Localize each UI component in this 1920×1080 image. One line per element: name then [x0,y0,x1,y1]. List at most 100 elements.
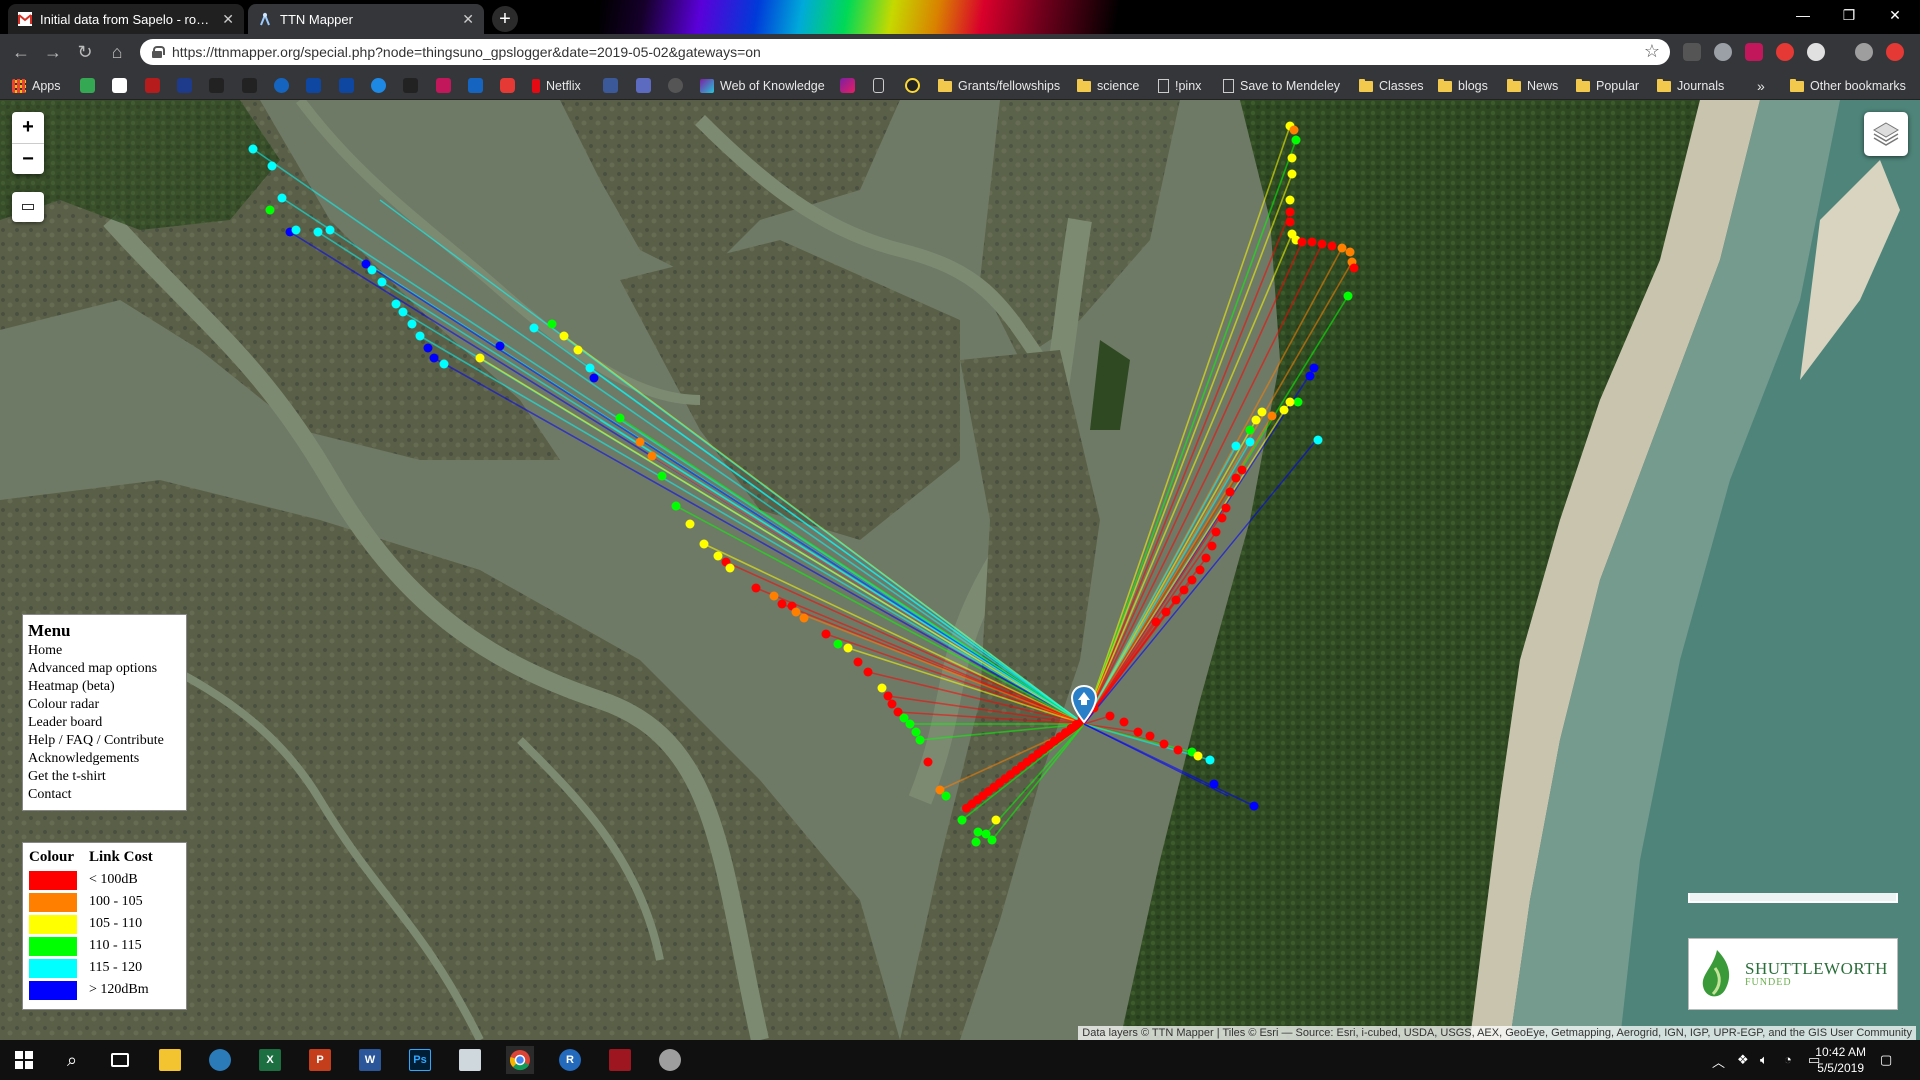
bookmark-web-of-knowledge[interactable]: Web of Knowledge [700,77,825,95]
measurement-point[interactable] [962,803,971,813]
measurement-point[interactable] [495,341,505,351]
measurement-point[interactable] [777,599,787,609]
measurement-point[interactable] [1171,595,1181,605]
bookmark-icon[interactable] [145,78,160,93]
powerpoint-icon[interactable]: P [306,1046,334,1074]
menu-item-home[interactable]: Home [28,642,181,660]
bookmark-folder-science[interactable]: science [1077,77,1139,95]
bookmark-apps[interactable]: Apps [12,77,61,95]
measurement-point[interactable] [1285,217,1295,227]
measurement-point[interactable] [981,829,991,839]
measurement-point[interactable] [1105,711,1115,721]
home-icon[interactable]: ⌂ [106,41,128,63]
measurement-point[interactable] [291,225,301,235]
menu-item-acknowledgements[interactable]: Acknowledgements [28,750,181,768]
bookmark-folder-classes[interactable]: Classes [1359,77,1423,95]
measurement-point[interactable] [905,719,915,729]
menu-item-colour-radar[interactable]: Colour radar [28,696,181,714]
word-icon[interactable]: W [356,1046,384,1074]
measurement-point[interactable] [1287,153,1297,163]
map-view[interactable]: + − Menu Home Advanced map options Heatm… [0,100,1920,1040]
measurement-point[interactable] [713,551,723,561]
bookmark-pinx[interactable]: !pinx [1158,77,1201,95]
measurement-point[interactable] [377,277,387,287]
measurement-point[interactable] [657,471,667,481]
measurement-point[interactable] [1287,169,1297,179]
measurement-point[interactable] [423,343,433,353]
measurement-point[interactable] [1179,585,1189,595]
bookmark-folder-blogs[interactable]: blogs [1438,77,1488,95]
bookmark-save-to-mendeley[interactable]: Save to Mendeley [1223,77,1340,95]
measurement-point[interactable] [957,815,967,825]
measurement-point[interactable] [547,319,557,329]
update-icon[interactable] [1886,43,1904,61]
measurement-point[interactable] [887,699,897,709]
measurement-point[interactable] [1217,513,1227,523]
measurement-point[interactable] [1119,717,1129,727]
restore-icon[interactable]: ❐ [1826,0,1872,30]
measurement-point[interactable] [843,643,853,653]
measurement-point[interactable] [1151,617,1161,627]
excel-icon[interactable]: X [256,1046,284,1074]
measurement-point[interactable] [615,413,625,423]
measurement-point[interactable] [391,299,401,309]
measurement-point[interactable] [398,307,408,317]
measurement-point[interactable] [1245,437,1255,447]
menu-item-contact[interactable]: Contact [28,786,181,804]
measurement-point[interactable] [415,331,425,341]
youtube-icon[interactable] [500,78,515,93]
measurement-point[interactable] [1337,243,1347,253]
wunderground-icon[interactable] [403,78,418,93]
measurement-point[interactable] [1145,731,1155,741]
bookmark-icon[interactable] [436,78,451,93]
menu-item-t-shirt[interactable]: Get the t-shirt [28,768,181,786]
measurement-point[interactable] [573,345,583,355]
measurement-point[interactable] [1159,739,1169,749]
close-window-icon[interactable]: ✕ [1872,0,1918,30]
measurement-point[interactable] [941,791,951,801]
measurement-point[interactable] [325,225,335,235]
measurement-point[interactable] [877,683,887,693]
measurement-point[interactable] [671,501,681,511]
gmail-icon[interactable] [112,78,127,93]
measurement-point[interactable] [647,451,657,461]
wunderground-icon[interactable] [209,78,224,93]
measurement-point[interactable] [1221,503,1231,513]
mendeley-icon[interactable] [1745,43,1763,61]
windows-start-icon[interactable] [10,1046,38,1074]
measurement-point[interactable] [973,827,983,837]
maps-icon[interactable] [80,78,95,93]
measurement-point[interactable] [991,815,1001,825]
zoom-out-button[interactable]: − [12,143,44,174]
close-tab-icon[interactable]: ✕ [222,11,234,28]
noaa-icon[interactable] [339,78,354,93]
system-clock[interactable]: 10:42 AM 5/5/2019 [1815,1044,1866,1076]
measurement-point[interactable] [589,373,599,383]
measurement-point[interactable] [685,519,695,529]
bookmark-icon[interactable] [840,78,855,93]
measurement-point[interactable] [429,353,439,363]
task-view-icon[interactable] [106,1046,134,1074]
measurement-point[interactable] [1187,575,1197,585]
measurement-point[interactable] [267,161,277,171]
measurement-point[interactable] [1237,465,1247,475]
magnifier-icon[interactable] [206,1046,234,1074]
new-tab-button[interactable]: + [492,6,518,32]
measurement-point[interactable] [863,667,873,677]
measurement-point[interactable] [1313,435,1323,445]
measurement-point[interactable] [1305,371,1315,381]
measurement-point[interactable] [475,353,485,363]
menu-item-heatmap[interactable]: Heatmap (beta) [28,678,181,696]
measurement-point[interactable] [799,613,809,623]
measurement-point[interactable] [833,639,843,649]
bookmark-folder-grants[interactable]: Grants/fellowships [938,77,1060,95]
measurement-point[interactable] [1249,801,1259,811]
measurement-point[interactable] [1317,239,1327,249]
bookmark-folder-journals[interactable]: Journals [1657,77,1724,95]
measurement-point[interactable] [1289,125,1299,135]
measurement-point[interactable] [1343,291,1353,301]
measurement-point[interactable] [1309,363,1319,373]
measurement-point[interactable] [1207,541,1217,551]
shuttleworth-sponsor-badge[interactable]: SHUTTLEWORTH FUNDED [1688,938,1898,1010]
measurement-point[interactable] [1195,565,1205,575]
